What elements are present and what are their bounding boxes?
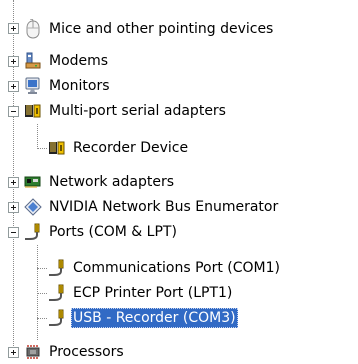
tree-item-modems[interactable]: Modems	[23, 49, 110, 73]
processor-icon	[23, 342, 43, 362]
tree-item-network-adapters[interactable]: Network adapters	[23, 170, 176, 194]
tree-item-label: Modems	[49, 53, 109, 69]
tree-item-multi-port-serial-adapters[interactable]: Multi-port serial adapters	[23, 99, 228, 123]
device-tree: Mice and other pointing devices Modems M…	[0, 0, 358, 364]
tree-line	[37, 318, 47, 319]
network-bus-icon	[23, 197, 43, 217]
serial-adapter-icon	[47, 138, 67, 158]
network-card-icon	[23, 172, 43, 192]
tree-item-communications-port[interactable]: Communications Port (COM1)	[47, 256, 282, 280]
tree-item-processors[interactable]: Processors	[23, 340, 126, 364]
tree-line	[13, 0, 14, 352]
tree-item-nvidia-network-bus-enumerator[interactable]: NVIDIA Network Bus Enumerator	[23, 195, 280, 219]
tree-item-label: Communications Port (COM1)	[73, 260, 280, 276]
tree-item-label: ECP Printer Port (LPT1)	[73, 285, 233, 301]
tree-item-label: Ports (COM & LPT)	[49, 224, 177, 240]
tree-item-label: Mice and other pointing devices	[49, 21, 274, 37]
expand-toggle-network-adapters[interactable]	[8, 177, 19, 188]
expand-toggle-nvidia-bus[interactable]	[8, 202, 19, 213]
port-connector-icon	[47, 258, 67, 278]
expand-toggle-processors[interactable]	[8, 347, 19, 358]
tree-item-label: Monitors	[49, 78, 110, 94]
tree-item-label: Recorder Device	[73, 140, 189, 156]
expand-toggle-mice[interactable]	[8, 23, 19, 34]
tree-item-label: Network adapters	[49, 174, 174, 190]
tree-line	[37, 124, 38, 147]
port-connector-icon	[47, 308, 67, 328]
tree-item-monitors[interactable]: Monitors	[23, 74, 112, 98]
tree-item-label: Multi-port serial adapters	[49, 103, 226, 119]
collapse-toggle-ports[interactable]	[8, 227, 19, 238]
expand-toggle-monitors[interactable]	[8, 81, 19, 92]
monitor-icon	[23, 76, 43, 96]
tree-item-label: NVIDIA Network Bus Enumerator	[49, 199, 279, 215]
expand-toggle-modems[interactable]	[8, 56, 19, 67]
mouse-icon	[23, 19, 43, 39]
collapse-toggle-serial-adapters[interactable]	[8, 106, 19, 117]
tree-item-ports[interactable]: Ports (COM & LPT)	[23, 220, 179, 244]
port-connector-icon	[23, 222, 43, 242]
modem-icon	[23, 51, 43, 71]
port-connector-icon	[47, 283, 67, 303]
tree-item-mice[interactable]: Mice and other pointing devices	[23, 17, 275, 41]
tree-item-usb-recorder[interactable]: USB - Recorder (COM3)	[47, 306, 238, 330]
tree-line	[37, 148, 47, 149]
tree-item-label-selected: USB - Recorder (COM3)	[71, 308, 238, 328]
tree-line	[37, 293, 47, 294]
serial-adapter-icon	[23, 101, 43, 121]
tree-item-recorder-device[interactable]: Recorder Device	[47, 136, 190, 160]
tree-item-label: Processors	[49, 344, 124, 360]
tree-item-ecp-printer-port[interactable]: ECP Printer Port (LPT1)	[47, 281, 234, 305]
tree-line	[37, 268, 47, 269]
